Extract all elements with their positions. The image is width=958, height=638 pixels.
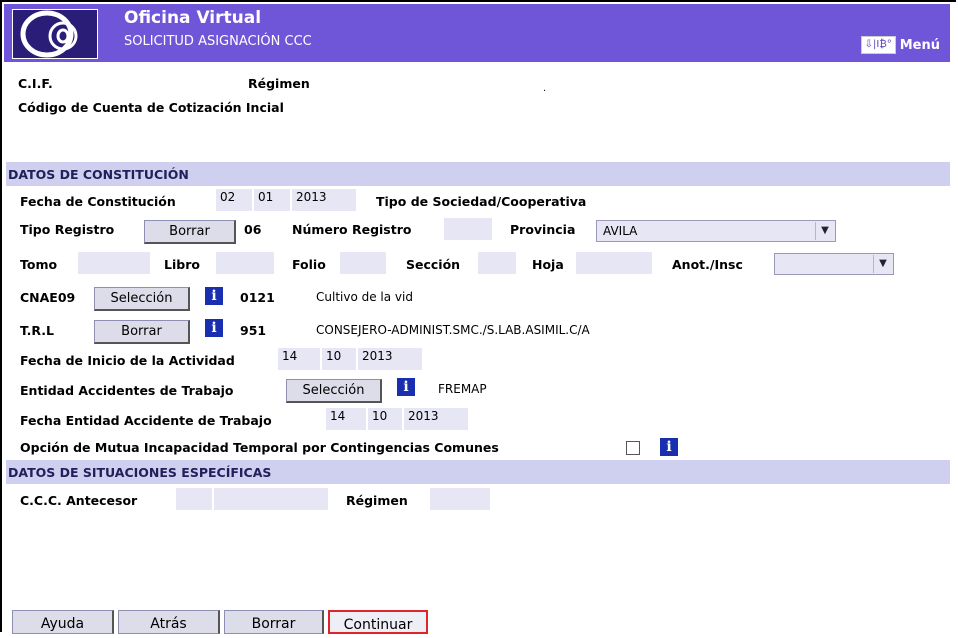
window-frame (0, 0, 956, 632)
atras-button[interactable]: Atrás (118, 610, 220, 634)
libro-label: Libro (164, 257, 200, 272)
chevron-down-icon: ▼ (873, 255, 892, 273)
fecha-constitucion-month-field[interactable]: 01 (254, 189, 290, 211)
antecesor-regimen-label: Régimen (346, 493, 408, 508)
at-sign-logo-icon (13, 10, 97, 58)
tipo-registro-label: Tipo Registro (20, 222, 115, 237)
ccc-antecesor-number-field[interactable] (214, 488, 328, 510)
page-subtitle: SOLICITUD ASIGNACIÓN CCC (124, 34, 312, 49)
fecha-inicio-day-field[interactable]: 14 (278, 348, 320, 370)
trl-borrar-button[interactable]: Borrar (94, 320, 190, 344)
hoja-field[interactable] (576, 252, 652, 274)
oficina-virtual-logo (12, 9, 98, 59)
anot-insc-label: Anot./Insc (672, 257, 743, 272)
provincia-select[interactable]: AVILA ▼ (596, 220, 836, 242)
separator-dot: . (543, 83, 547, 94)
tipo-registro-borrar-button[interactable]: Borrar (144, 220, 236, 244)
fecha-constitucion-year-field[interactable]: 2013 (292, 189, 356, 211)
fecha-entidad-label: Fecha Entidad Accidente de Trabajo (20, 413, 272, 428)
ccc-antecesor-label: C.C.C. Antecesor (20, 493, 138, 508)
fecha-entidad-year-field[interactable]: 2013 (404, 408, 468, 430)
anot-insc-select[interactable]: ▼ (774, 253, 894, 275)
menu-button[interactable]: ⇩|I₿° Menú (860, 35, 940, 55)
provincia-label: Provincia (510, 222, 576, 237)
ayuda-button[interactable]: Ayuda (12, 610, 114, 634)
seccion-field[interactable] (478, 252, 516, 274)
regimen-label: Régimen (248, 76, 310, 91)
antecesor-regimen-field[interactable] (430, 488, 490, 510)
hoja-label: Hoja (532, 257, 564, 272)
menu-label: Menú (899, 37, 940, 53)
numero-registro-field[interactable] (444, 218, 492, 240)
tomo-field[interactable] (78, 252, 150, 274)
trl-info-icon[interactable]: i (205, 319, 223, 337)
trl-description: CONSEJERO-ADMINIST.SMC./S.LAB.ASIMIL.C/A (316, 323, 590, 337)
trl-label: T.R.L (20, 323, 54, 338)
borrar-button[interactable]: Borrar (224, 610, 324, 634)
fecha-inicio-month-field[interactable]: 10 (322, 348, 356, 370)
cnae09-label: CNAE09 (20, 290, 76, 305)
cnae09-code: 0121 (240, 290, 275, 305)
folio-field[interactable] (340, 252, 386, 274)
continuar-button[interactable]: Continuar (328, 610, 428, 634)
numero-registro-label: Número Registro (292, 222, 412, 237)
fecha-inicio-year-field[interactable]: 2013 (358, 348, 422, 370)
chevron-down-icon: ▼ (815, 222, 834, 240)
tomo-label: Tomo (20, 257, 58, 272)
provincia-value: AVILA (603, 224, 638, 238)
header-bar: Oficina Virtual SOLICITUD ASIGNACIÓN CCC… (4, 4, 950, 62)
libro-field[interactable] (216, 252, 274, 274)
menu-icon: ⇩|I₿° (860, 36, 896, 54)
tipo-registro-code: 06 (244, 222, 262, 237)
opcion-mutua-checkbox[interactable] (626, 441, 640, 455)
fecha-constitucion-label: Fecha de Constitución (20, 194, 176, 209)
cif-label: C.I.F. (18, 76, 53, 91)
opcion-mutua-info-icon[interactable]: i (660, 438, 678, 456)
fecha-inicio-actividad-label: Fecha de Inicio de la Actividad (20, 353, 235, 368)
ccc-antecesor-prefix-field[interactable] (176, 488, 212, 510)
entidad-value: FREMAP (438, 382, 487, 396)
fecha-entidad-month-field[interactable]: 10 (368, 408, 402, 430)
fecha-entidad-day-field[interactable]: 14 (326, 408, 366, 430)
section-datos-constitucion: DATOS DE CONSTITUCIÓN (6, 162, 950, 186)
tipo-sociedad-label: Tipo de Sociedad/Cooperativa (376, 194, 587, 209)
entidad-accidentes-label: Entidad Accidentes de Trabajo (20, 383, 234, 398)
opcion-mutua-label: Opción de Mutua Incapacidad Temporal por… (20, 440, 499, 455)
cnae09-seleccion-button[interactable]: Selección (94, 287, 190, 311)
trl-code: 951 (240, 323, 267, 338)
ccc-inicial-label: Código de Cuenta de Cotización Incial (18, 100, 284, 115)
entidad-info-icon[interactable]: i (397, 378, 415, 396)
app-title: Oficina Virtual (124, 8, 262, 28)
entidad-seleccion-button[interactable]: Selección (286, 379, 382, 403)
cnae09-description: Cultivo de la vid (316, 290, 413, 304)
section-situaciones-especificas: DATOS DE SITUACIONES ESPECÍFICAS (6, 460, 950, 484)
fecha-constitucion-day-field[interactable]: 02 (216, 189, 252, 211)
folio-label: Folio (292, 257, 326, 272)
seccion-label: Sección (406, 257, 461, 272)
cnae09-info-icon[interactable]: i (205, 287, 223, 305)
